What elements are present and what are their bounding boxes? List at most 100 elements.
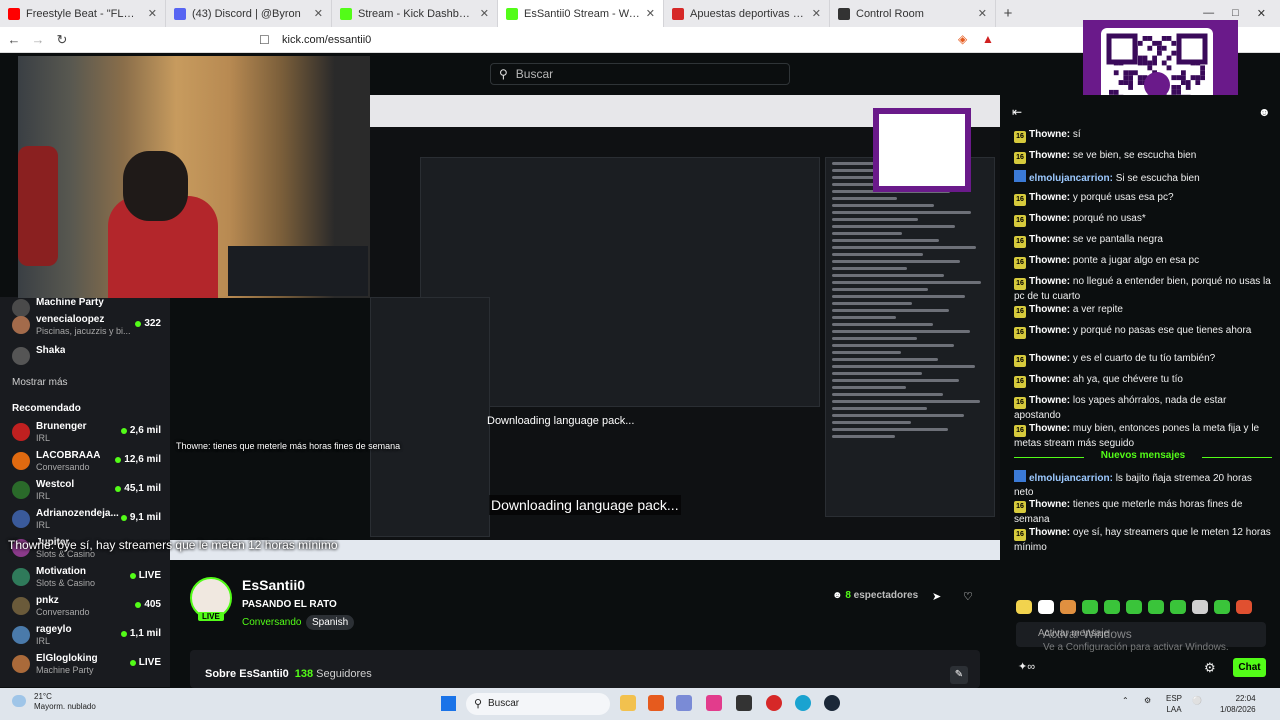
chat-message[interactable]: 16 Thowne: a ver repite [1014, 303, 1272, 318]
emote-icon[interactable] [1148, 600, 1164, 614]
chat-message[interactable]: 16 Thowne: y porqué no pasas ese que tien… [1014, 324, 1272, 339]
instagram-icon[interactable] [706, 695, 722, 711]
sidebar-channel[interactable]: venecialoopez Piscinas, jacuzzis y bi... 3… [8, 314, 163, 338]
close-icon[interactable]: ✕ [314, 7, 323, 20]
sidebar-channel[interactable]: rageylo IRL 1,1 mil [8, 624, 163, 648]
minimize-icon[interactable]: — [1203, 7, 1214, 20]
sidebar-channel[interactable]: ElGlogloking Machine Party LIVE [8, 653, 163, 677]
follow-icon[interactable]: ♡ [963, 590, 973, 603]
emote-icon[interactable] [1126, 600, 1142, 614]
bookmark-icon[interactable]: ☐ [259, 33, 270, 47]
close-icon[interactable]: ✕ [812, 7, 821, 20]
chat-message[interactable]: 16 Thowne: ah ya, que chévere tu tío [1014, 373, 1272, 388]
chat-settings-icon[interactable]: ⚙ [1204, 660, 1216, 676]
chat-message[interactable]: 16 Thowne: y es el cuarto de tu tío tambi… [1014, 352, 1272, 367]
emote-icon[interactable] [1016, 600, 1032, 614]
chat-users-icon[interactable]: ☻ [1258, 105, 1271, 119]
emote-icon[interactable] [1082, 600, 1098, 614]
sidebar-channel[interactable]: Brunenger IRL 2,6 mil [8, 421, 163, 445]
windows-start-icon[interactable] [441, 696, 456, 711]
chat-message[interactable]: 16 Thowne: ponte a jugar algo en esa pc [1014, 254, 1272, 269]
stream-language-tag[interactable]: Spanish [306, 615, 355, 630]
chat-message[interactable]: 16 Thowne: muy bien, entonces pones la me… [1014, 422, 1272, 451]
chat-username[interactable]: Thowne [1029, 374, 1067, 385]
close-icon[interactable]: ✕ [480, 7, 489, 20]
chat-username[interactable]: Thowne [1029, 527, 1067, 538]
chat-message[interactable]: elmolujancarrion: Si se escucha bien [1014, 170, 1272, 186]
chat-username[interactable]: Thowne [1029, 192, 1067, 203]
new-messages-divider[interactable]: Nuevos mensajes [1014, 450, 1272, 461]
back-icon[interactable]: ← [4, 32, 24, 47]
brave-shield-icon[interactable]: ◈ [958, 32, 967, 46]
keyboard-language[interactable]: ESP LAA [1166, 693, 1182, 715]
brave-rewards-icon[interactable]: ▲ [982, 32, 994, 46]
video-player[interactable]: Downloading language pack... [370, 95, 1000, 540]
chat-message[interactable]: 16 Thowne: se ve bien, se escucha bien [1014, 149, 1272, 164]
emote-icon[interactable] [1060, 600, 1076, 614]
taskbar-clock[interactable]: 22:04 1/08/2026 [1220, 693, 1256, 715]
chat-send-button[interactable]: Chat [1233, 658, 1266, 677]
tray-chevron-icon[interactable]: ⌃ [1122, 696, 1129, 705]
file-explorer-icon[interactable] [620, 695, 636, 711]
maximize-icon[interactable]: □ [1232, 7, 1239, 20]
emote-icon[interactable] [1192, 600, 1208, 614]
sidebar-channel[interactable]: Westcol IRL 45,1 mil [8, 479, 163, 503]
browser-tab[interactable]: Control Room ✕ [830, 0, 996, 27]
chat-message[interactable]: 16 Thowne: oye sí, hay streamers que le m… [1014, 526, 1272, 555]
sidebar-channel[interactable]: pnkz Conversando 405 [8, 595, 163, 619]
chat-username[interactable]: Thowne [1029, 213, 1067, 224]
close-window-icon[interactable]: ✕ [1257, 7, 1266, 20]
streamer-name[interactable]: EsSantii0 [242, 577, 305, 593]
show-more-link[interactable]: Mostrar más [12, 377, 68, 388]
close-icon[interactable]: ✕ [646, 7, 655, 20]
chat-username[interactable]: Thowne [1029, 234, 1067, 245]
sidebar-channel[interactable]: LACOBRAAA Conversando 12,6 mil [8, 450, 163, 474]
wifi-icon[interactable]: ⚪ [1192, 696, 1202, 705]
stream-category[interactable]: Conversando [242, 617, 301, 628]
edge-icon[interactable] [795, 695, 811, 711]
chat-message[interactable]: 16 Thowne: tienes que meterle más horas f… [1014, 498, 1272, 527]
browser-tab[interactable]: Stream - Kick Dashboard ✕ [332, 0, 498, 27]
close-icon[interactable]: ✕ [148, 7, 157, 20]
new-tab-button[interactable]: + [996, 5, 1020, 22]
url-field[interactable]: kick.com/essantii0 [282, 34, 371, 46]
chat-username[interactable]: Thowne [1029, 499, 1067, 510]
chat-message[interactable]: 16 Thowne: se ve pantalla negra [1014, 233, 1272, 248]
chat-message[interactable]: 16 Thowne: porqué no usas* [1014, 212, 1272, 227]
browser-tab[interactable]: (43) Discord | @Byron ✕ [166, 0, 332, 27]
chat-username[interactable]: Thowne [1029, 304, 1067, 315]
collapse-chat-icon[interactable]: ⇤ [1012, 105, 1022, 119]
chat-username[interactable]: elmolujancarrion [1029, 173, 1110, 184]
chat-username[interactable]: Thowne [1029, 423, 1067, 434]
brave-icon[interactable] [648, 695, 664, 711]
browser-tab[interactable]: Apuestas deportivas en vivo | Casa d ✕ [664, 0, 830, 27]
chat-message[interactable]: 16 Thowne: sí [1014, 128, 1272, 143]
browser-tab[interactable]: EsSantii0 Stream - Watch Live or ✕ [498, 0, 664, 27]
browser-tab[interactable]: Freestyle Beat - "FLOW MONEY" | Fre ✕ [0, 0, 166, 27]
app-icon[interactable] [736, 695, 752, 711]
chat-tools-icon[interactable]: ✦∞ [1018, 660, 1035, 673]
chat-username[interactable]: Thowne [1029, 129, 1067, 140]
chat-username[interactable]: Thowne [1029, 395, 1067, 406]
close-icon[interactable]: ✕ [978, 7, 987, 20]
weather-widget[interactable]: 21°C Mayorm. nublado [12, 692, 96, 712]
emote-icon[interactable] [1236, 600, 1252, 614]
kick-search-input[interactable]: ⚲ Buscar [490, 63, 790, 85]
chat-username[interactable]: Thowne [1029, 353, 1067, 364]
opera-icon[interactable] [766, 695, 782, 711]
chat-username[interactable]: Thowne [1029, 276, 1067, 287]
emote-icon[interactable] [1104, 600, 1120, 614]
sidebar-channel[interactable]: Shaka [8, 345, 163, 369]
chat-message[interactable]: 16 Thowne: y porqué usas esa pc? [1014, 191, 1272, 206]
forward-icon[interactable]: → [28, 32, 48, 47]
share-icon[interactable]: ➤ [932, 590, 941, 603]
chat-message[interactable]: elmolujancarrion: ls bajito ñaja stremea… [1014, 470, 1272, 500]
chat-message[interactable]: 16 Thowne: los yapes ahórralos, nada de e… [1014, 394, 1272, 423]
sidebar-channel[interactable]: Adrianozendeja... IRL 9,1 mil [8, 508, 163, 532]
emote-icon[interactable] [1170, 600, 1186, 614]
chat-username[interactable]: Thowne [1029, 255, 1067, 266]
chat-username[interactable]: Thowne [1029, 150, 1067, 161]
edit-pencil-icon[interactable]: ✎ [950, 666, 968, 684]
steam-icon[interactable] [824, 695, 840, 711]
tray-network-icon[interactable]: ⚙ [1144, 696, 1151, 705]
